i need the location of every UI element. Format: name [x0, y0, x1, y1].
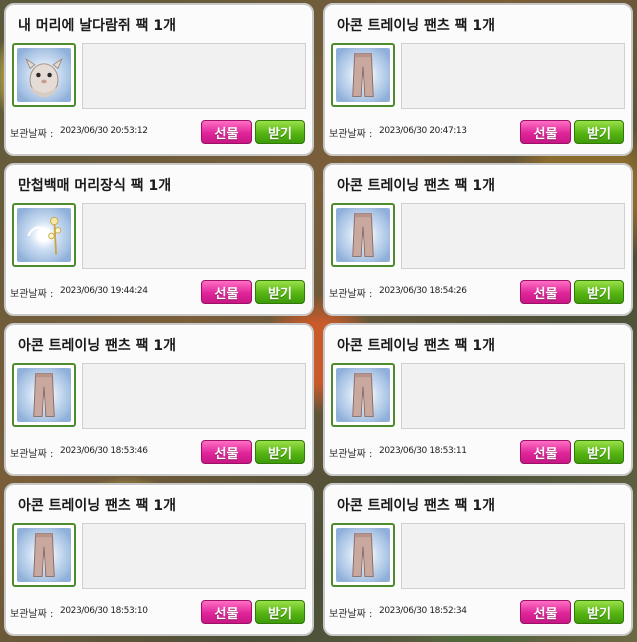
receive-button[interactable]: 받기 [255, 120, 305, 144]
item-title: 아콘 트레이닝 팬츠 팩 1개 [337, 18, 496, 34]
date-label: 보관날짜 : [329, 449, 373, 460]
item-description-box [82, 523, 306, 589]
item-icon-frame [12, 523, 76, 587]
storage-item-card: 아콘 트레이닝 팬츠 팩 1개 보관날짜 : 2023/06/30 18:53:… [4, 483, 314, 636]
storage-item-card: 아콘 트레이닝 팬츠 팩 1개 보관날짜 : 2023/06/30 18:54:… [323, 163, 633, 316]
flying-squirrel-icon [25, 57, 63, 98]
item-description-box [82, 43, 306, 109]
item-description-box [401, 363, 625, 429]
date-label: 보관날짜 : [10, 609, 54, 620]
receive-button[interactable]: 받기 [255, 600, 305, 624]
item-icon-frame [331, 43, 395, 107]
storage-date: 2023/06/30 18:54:26 [379, 286, 467, 296]
gift-button[interactable]: 선물 [201, 440, 252, 464]
storage-date: 2023/06/30 18:52:34 [379, 606, 467, 616]
plum-hair-ornament-icon [27, 216, 62, 255]
item-title: 만첩백매 머리장식 팩 1개 [18, 178, 172, 194]
storage-date: 2023/06/30 18:53:10 [60, 606, 148, 616]
storage-item-grid: 내 머리에 날다람쥐 팩 1개 보관날짜 : 2023/06/30 20:53:… [0, 0, 637, 642]
training-pants-icon [352, 213, 374, 257]
receive-button[interactable]: 받기 [574, 120, 624, 144]
date-label: 보관날짜 : [10, 289, 54, 300]
item-icon-frame [12, 363, 76, 427]
receive-button[interactable]: 받기 [255, 440, 305, 464]
date-label: 보관날짜 : [329, 129, 373, 140]
receive-button[interactable]: 받기 [574, 280, 624, 304]
receive-button[interactable]: 받기 [574, 440, 624, 464]
training-pants-icon [352, 373, 374, 417]
date-label: 보관날짜 : [329, 289, 373, 300]
storage-item-card: 만첩백매 머리장식 팩 1개 보관날짜 : 2023/06/30 19:44:2… [4, 163, 314, 316]
item-icon-frame [331, 363, 395, 427]
gift-button[interactable]: 선물 [201, 120, 252, 144]
gift-button[interactable]: 선물 [201, 600, 252, 624]
training-pants-icon [352, 53, 374, 97]
item-title: 아콘 트레이닝 팬츠 팩 1개 [337, 178, 496, 194]
storage-date: 2023/06/30 19:44:24 [60, 286, 148, 296]
storage-date: 2023/06/30 18:53:11 [379, 446, 467, 456]
item-description-box [82, 203, 306, 269]
item-title: 아콘 트레이닝 팬츠 팩 1개 [337, 338, 496, 354]
storage-date: 2023/06/30 20:47:13 [379, 126, 467, 136]
item-icon-frame [12, 203, 76, 267]
item-description-box [401, 203, 625, 269]
date-label: 보관날짜 : [10, 449, 54, 460]
gift-button[interactable]: 선물 [520, 600, 571, 624]
training-pants-icon [33, 373, 55, 417]
item-description-box [82, 363, 306, 429]
gift-button[interactable]: 선물 [520, 120, 571, 144]
gift-button[interactable]: 선물 [520, 280, 571, 304]
item-title: 아콘 트레이닝 팬츠 팩 1개 [18, 498, 177, 514]
storage-item-card: 아콘 트레이닝 팬츠 팩 1개 보관날짜 : 2023/06/30 18:53:… [4, 323, 314, 476]
item-title: 아콘 트레이닝 팬츠 팩 1개 [18, 338, 177, 354]
item-description-box [401, 43, 625, 109]
gift-button[interactable]: 선물 [520, 440, 571, 464]
date-label: 보관날짜 : [10, 129, 54, 140]
item-title: 내 머리에 날다람쥐 팩 1개 [18, 18, 177, 34]
storage-item-card: 아콘 트레이닝 팬츠 팩 1개 보관날짜 : 2023/06/30 18:53:… [323, 323, 633, 476]
receive-button[interactable]: 받기 [255, 280, 305, 304]
storage-item-card: 내 머리에 날다람쥐 팩 1개 보관날짜 : 2023/06/30 20:53:… [4, 3, 314, 156]
storage-item-card: 아콘 트레이닝 팬츠 팩 1개 보관날짜 : 2023/06/30 18:52:… [323, 483, 633, 636]
item-icon-frame [331, 523, 395, 587]
training-pants-icon [352, 533, 374, 577]
item-description-box [401, 523, 625, 589]
storage-item-card: 아콘 트레이닝 팬츠 팩 1개 보관날짜 : 2023/06/30 20:47:… [323, 3, 633, 156]
item-icon-frame [12, 43, 76, 107]
gift-button[interactable]: 선물 [201, 280, 252, 304]
date-label: 보관날짜 : [329, 609, 373, 620]
item-title: 아콘 트레이닝 팬츠 팩 1개 [337, 498, 496, 514]
storage-date: 2023/06/30 18:53:46 [60, 446, 148, 456]
training-pants-icon [33, 533, 55, 577]
receive-button[interactable]: 받기 [574, 600, 624, 624]
storage-date: 2023/06/30 20:53:12 [60, 126, 148, 136]
item-icon-frame [331, 203, 395, 267]
